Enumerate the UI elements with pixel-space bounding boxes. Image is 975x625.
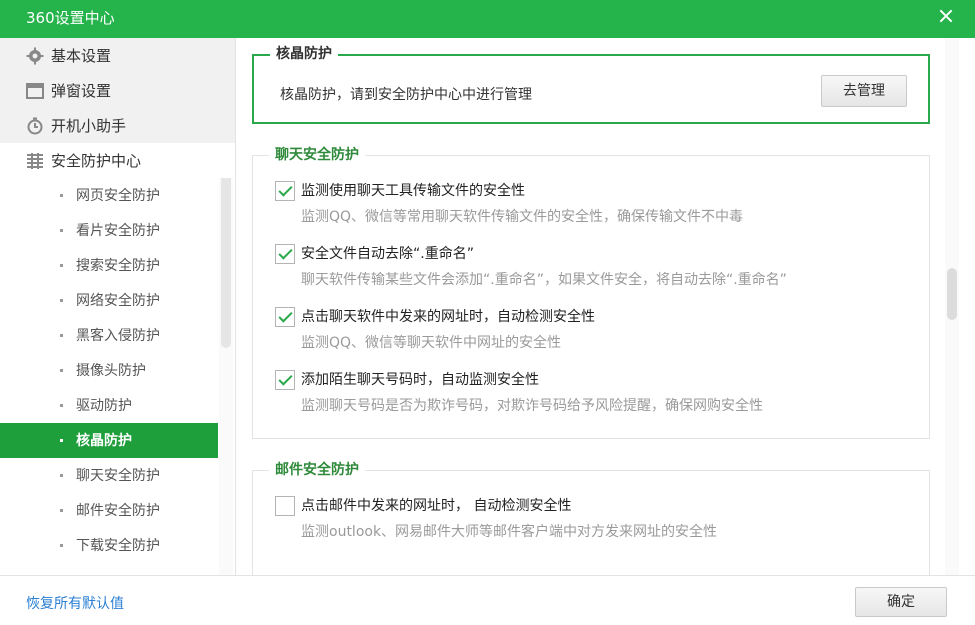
sidebar-item-chat[interactable]: 聊天安全防护 [0, 458, 235, 493]
option-desc: 监测QQ、微信等常用聊天软件传输文件的安全性，确保传输文件不中毒 [301, 209, 744, 225]
mail-protection-group: 邮件安全防护 点击邮件中发来的网址时， 自动检测安全性 监测outlook、网易… [252, 461, 930, 575]
bullet-icon [60, 474, 63, 477]
sidebar-cat-label: 安全防护中心 [51, 152, 142, 170]
manage-button[interactable]: 去管理 [821, 75, 907, 107]
sidebar-item-driver[interactable]: 驱动防护 [0, 388, 235, 423]
sidebar-cat-basic[interactable]: 基本设置 [0, 38, 235, 73]
option-desc: 监测QQ、微信等聊天软件中网址的安全性 [301, 335, 562, 351]
gear-icon [26, 47, 44, 65]
sidebar-item-search[interactable]: 搜索安全防护 [0, 248, 235, 283]
sidebar-item-label: 搜索安全防护 [76, 258, 160, 274]
sidebar-item-download[interactable]: 下载安全防护 [0, 528, 235, 563]
sidebar-item-label: 邮件安全防护 [76, 503, 160, 519]
sidebar-item-hacker[interactable]: 黑客入侵防护 [0, 318, 235, 353]
group-title: 聊天安全防护 [269, 146, 365, 164]
option-desc: 聊天软件传输某些文件会添加“.重命名”，如果文件安全，将自动去除“.重命名” [301, 272, 787, 288]
checkbox-rename[interactable] [275, 244, 295, 264]
group-title: 邮件安全防护 [269, 461, 365, 479]
bullet-icon [60, 544, 63, 547]
bullet-icon [60, 229, 63, 232]
option-label: 安全文件自动去除“.重命名” [301, 246, 474, 262]
sidebar-item-label: 摄像头防护 [76, 363, 146, 379]
chat-protection-group: 聊天安全防护 监测使用聊天工具传输文件的安全性 监测QQ、微信等常用聊天软件传输… [252, 146, 930, 439]
option-label: 点击邮件中发来的网址时， 自动检测安全性 [301, 498, 572, 514]
sidebar-item-core[interactable]: 核晶防护 [0, 423, 218, 458]
sidebar-cat-security[interactable]: 安全防护中心 [0, 143, 235, 178]
sidebar-item-video[interactable]: 看片安全防护 [0, 213, 235, 248]
sidebar-item-camera[interactable]: 摄像头防护 [0, 353, 235, 388]
content-scrollbar-thumb[interactable] [947, 268, 957, 320]
sidebar-item-label: 下载安全防护 [76, 538, 160, 554]
title-bar: 360设置中心 [0, 0, 975, 38]
sidebar-cat-label: 基本设置 [51, 47, 112, 65]
sidebar-item-label: 黑客入侵防护 [76, 328, 160, 344]
bullet-icon [60, 264, 63, 267]
core-protection-desc: 核晶防护，请到安全防护中心中进行管理 [280, 87, 532, 103]
checkbox-chat-url[interactable] [275, 307, 295, 327]
option-label: 添加陌生聊天号码时，自动监测安全性 [301, 372, 539, 388]
sidebar-item-web[interactable]: 网页安全防护 [0, 178, 235, 213]
sidebar-item-label: 网页安全防护 [76, 188, 160, 204]
footer: 恢复所有默认值 确定 [0, 575, 975, 625]
bullet-icon [60, 369, 63, 372]
ok-button[interactable]: 确定 [855, 587, 947, 617]
sidebar-cat-label: 弹窗设置 [51, 82, 112, 100]
bullet-icon [60, 194, 63, 197]
sidebar-item-label: 驱动防护 [76, 398, 132, 414]
sidebar-item-mail[interactable]: 邮件安全防护 [0, 493, 235, 528]
window-title: 360设置中心 [26, 9, 115, 27]
shield-list-icon [27, 153, 43, 169]
settings-content: 核晶防护 核晶防护，请到安全防护中心中进行管理 去管理 聊天安全防护 监测使用聊… [237, 38, 975, 575]
option-label: 监测使用聊天工具传输文件的安全性 [301, 183, 525, 199]
checkbox-mail-url[interactable] [275, 496, 295, 516]
sidebar-item-label: 聊天安全防护 [76, 468, 160, 484]
bullet-icon [60, 334, 63, 337]
sidebar-cat-startup[interactable]: 开机小助手 [0, 108, 235, 143]
sidebar-cat-label: 开机小助手 [51, 117, 127, 135]
checkbox-stranger[interactable] [275, 370, 295, 390]
bullet-icon [60, 509, 63, 512]
checkbox-chat-file[interactable] [275, 181, 295, 201]
option-desc: 监测outlook、网易邮件大师等邮件客户端中对方发来网址的安全性 [301, 524, 718, 540]
bullet-icon [60, 299, 63, 302]
option-label: 点击聊天软件中发来的网址时，自动检测安全性 [301, 309, 595, 325]
group-title: 核晶防护 [270, 45, 338, 63]
restore-defaults-link[interactable]: 恢复所有默认值 [26, 595, 124, 613]
bullet-icon [60, 404, 63, 407]
option-desc: 监测聊天号码是否为欺诈号码，对欺诈号码给予风险提醒，确保网购安全性 [301, 398, 763, 414]
sidebar-cat-popup[interactable]: 弹窗设置 [0, 73, 235, 108]
core-protection-group: 核晶防护 核晶防护，请到安全防护中心中进行管理 去管理 [252, 45, 930, 124]
close-icon[interactable] [935, 6, 957, 28]
sidebar-item-network[interactable]: 网络安全防护 [0, 283, 235, 318]
sidebar: 基本设置 弹窗设置 开机小助手 安全防护中心 网页安全防护 看片安全防护 搜索安… [0, 38, 236, 575]
timer-icon [27, 117, 43, 135]
sidebar-item-label: 看片安全防护 [76, 223, 160, 239]
sidebar-item-label: 核晶防护 [76, 433, 132, 449]
window-icon [26, 83, 44, 99]
bullet-icon [60, 439, 63, 442]
sidebar-item-label: 网络安全防护 [76, 293, 160, 309]
